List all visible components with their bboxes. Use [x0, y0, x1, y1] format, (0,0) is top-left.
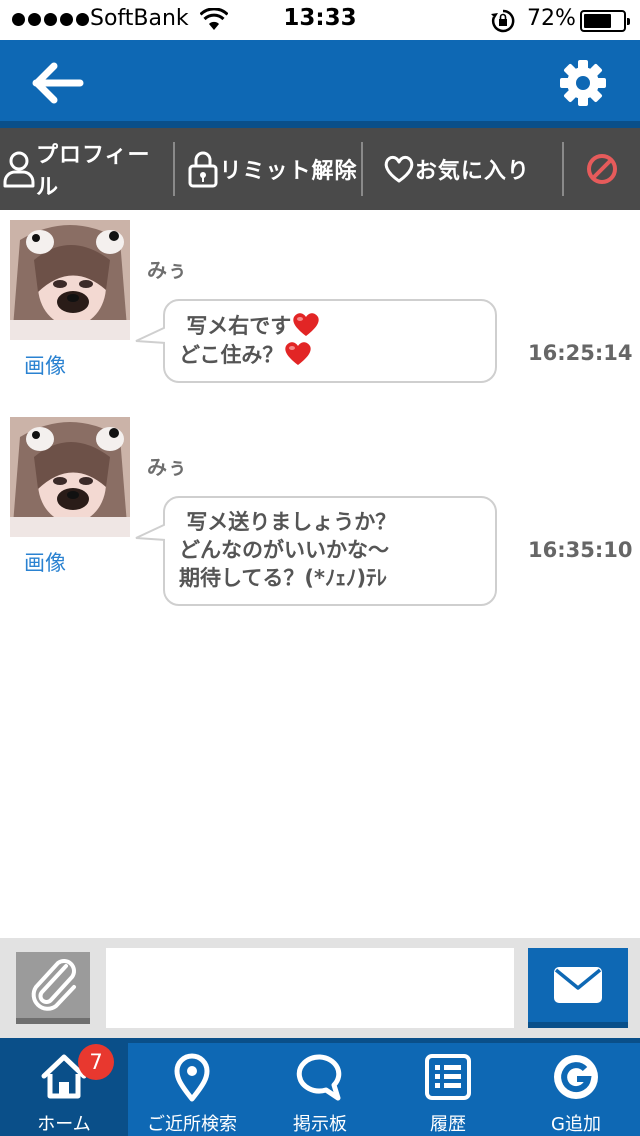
limit-release-button[interactable]: リミット解除 — [175, 128, 360, 210]
tab-label: ホーム — [37, 1114, 91, 1135]
avatar-photo — [10, 220, 130, 340]
g-icon — [554, 1055, 598, 1099]
favorite-button[interactable]: お気に入り — [363, 128, 562, 210]
image-link[interactable]: 画像 — [24, 547, 66, 577]
message-list: 画像 みぅ 写メ右です どこ住み？ 16:25:14 画像 みぅ 写メ送りましょ… — [0, 210, 640, 938]
tab-label: 履歴 — [430, 1114, 466, 1135]
message-line: どこ住み？ — [179, 340, 481, 369]
message-input[interactable] — [106, 948, 514, 1028]
message-text: どこ住み？ — [179, 343, 284, 367]
tab-history[interactable]: 履歴 — [384, 1038, 512, 1136]
limit-release-label: リミット解除 — [219, 159, 358, 184]
sender-name: みぅ — [147, 455, 187, 479]
list-icon — [425, 1054, 471, 1100]
battery-icon — [580, 10, 630, 32]
attach-button[interactable] — [16, 952, 90, 1024]
tab-label: ご近所検索 — [147, 1114, 237, 1135]
rotation-lock-icon — [491, 9, 515, 33]
block-button[interactable] — [564, 128, 640, 210]
message-item: 画像 みぅ 写メ送りましょうか？ どんなのがいいかな〜 期待してる？(*ﾉｪﾉ)… — [0, 407, 640, 606]
message-bubble: 写メ送りましょうか？ どんなのがいいかな〜 期待してる？(*ﾉｪﾉ)ﾃﾚ — [135, 496, 497, 606]
location-pin-icon — [174, 1053, 210, 1102]
speech-bubble-icon — [296, 1054, 342, 1101]
action-bar: プロフィール リミット解除 お気に入り — [0, 128, 640, 210]
send-button[interactable] — [528, 948, 628, 1028]
message-line: どんなのがいいかな〜 — [179, 538, 389, 562]
sender-name: みぅ — [147, 258, 187, 282]
image-link[interactable]: 画像 — [24, 350, 66, 380]
gear-icon[interactable] — [558, 58, 608, 108]
message-text: 写メ右です — [186, 314, 292, 338]
message-line: 写メ右です — [179, 311, 481, 340]
avatar[interactable] — [10, 220, 130, 340]
message-composer — [0, 938, 640, 1038]
notification-badge: 7 — [78, 1044, 114, 1080]
tab-board[interactable]: 掲示板 — [256, 1038, 384, 1136]
tab-bar: 7 ホーム ご近所検索 掲示板 履歴 G追加 — [0, 1038, 640, 1136]
tab-nearby-search[interactable]: ご近所検索 — [128, 1038, 256, 1136]
bubble-tail — [135, 523, 167, 541]
tab-g-add[interactable]: G追加 — [512, 1038, 640, 1136]
bubble-tail — [135, 326, 167, 344]
avatar[interactable] — [10, 417, 130, 537]
message-line: 期待してる？(*ﾉｪﾉ)ﾃﾚ — [179, 566, 388, 590]
message-text: 写メ送りましょうか？ — [186, 510, 397, 534]
battery-percentage: 72% — [527, 6, 576, 31]
envelope-icon — [554, 967, 602, 1003]
lock-icon — [188, 151, 218, 188]
app-header — [0, 40, 640, 128]
battery-nub — [627, 18, 630, 25]
profile-button[interactable]: プロフィール — [0, 128, 173, 210]
message-item: 画像 みぅ 写メ右です どこ住み？ 16:25:14 — [0, 210, 640, 400]
message-time: 16:25:14 — [528, 341, 633, 365]
message-line: 写メ送りましょうか？ — [179, 508, 481, 536]
tab-label: 掲示板 — [293, 1114, 347, 1135]
avatar-photo — [10, 417, 130, 537]
profile-label: プロフィール — [35, 143, 151, 200]
arrow-left-icon[interactable] — [32, 60, 84, 106]
heart-icon — [293, 313, 319, 336]
message-bubble: 写メ右です どこ住み？ — [135, 299, 497, 383]
paperclip-icon — [31, 959, 76, 1011]
tab-label: G追加 — [551, 1114, 601, 1135]
favorite-label: お気に入り — [414, 159, 530, 184]
person-icon — [3, 151, 35, 188]
message-time: 16:35:10 — [528, 538, 633, 562]
battery-level-fill — [584, 14, 611, 28]
status-bar: SoftBank 13:33 72% — [0, 0, 640, 40]
heart-icon — [285, 342, 312, 365]
tab-home[interactable]: 7 ホーム — [0, 1038, 128, 1136]
block-icon — [587, 154, 618, 184]
heart-outline-icon — [384, 155, 414, 183]
